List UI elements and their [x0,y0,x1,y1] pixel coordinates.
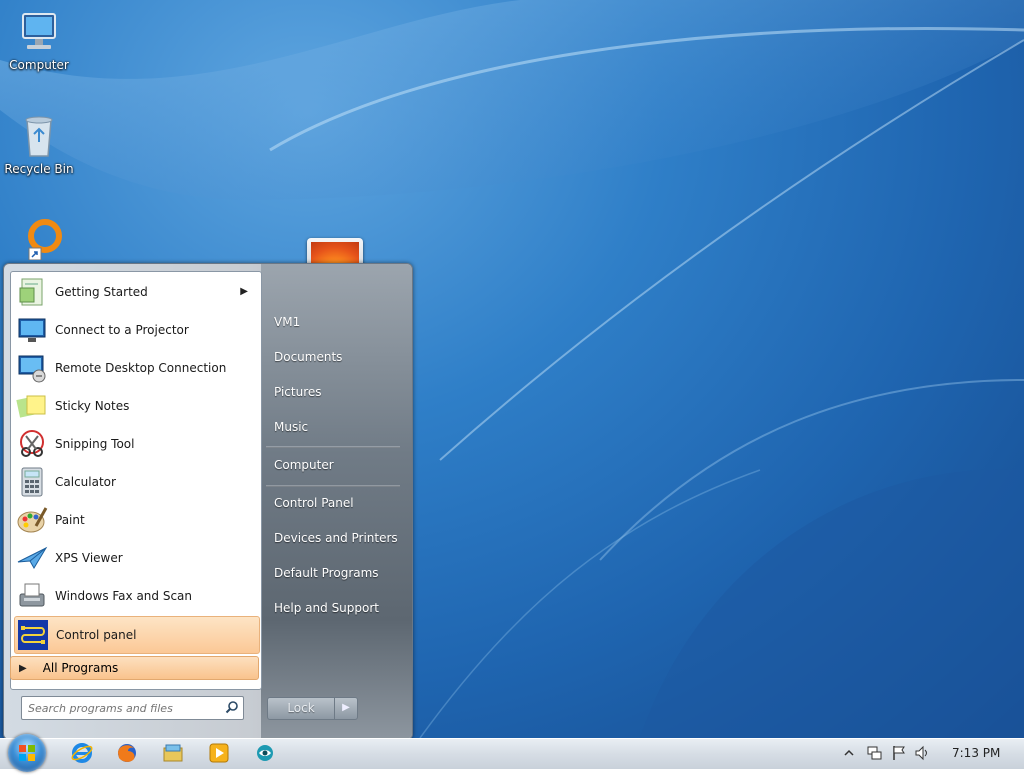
sticky-notes-icon [16,390,48,422]
network-app-icon [257,745,273,761]
triangle-right-icon: ▶ [19,662,27,674]
right-pane-separator [266,446,400,448]
media-player-icon [209,743,229,763]
program-label: Snipping Tool [55,437,135,451]
program-windows-fax-scan[interactable]: Windows Fax and Scan [14,578,258,614]
show-hidden-icons-button[interactable] [843,745,855,761]
firefox-icon [118,744,136,762]
program-label: Paint [55,513,85,527]
all-programs-button[interactable]: ▶ All Programs [10,656,259,680]
clock[interactable]: 7:13 PM [952,746,1000,760]
taskbar-internet-explorer[interactable] [70,741,94,765]
right-item-documents[interactable]: Documents [274,350,342,364]
program-label: Connect to a Projector [55,323,189,337]
program-label: Getting Started [55,285,148,299]
chevron-right-icon: ▶ [342,702,350,713]
desktop-icon-app-shortcut[interactable] [1,216,77,261]
network-tray-button[interactable] [866,745,882,761]
program-label: Sticky Notes [55,399,130,413]
program-label: Control panel [56,628,137,642]
program-label: Remote Desktop Connection [55,361,227,375]
getting-started-icon [16,276,48,308]
taskbar-media-player[interactable] [207,741,231,765]
file-explorer-icon [163,744,183,762]
search-icon[interactable] [225,700,239,714]
internet-explorer-icon [71,743,93,763]
recycle-bin-icon [15,112,63,160]
speaker-icon [915,745,927,761]
search-input[interactable] [26,699,220,717]
all-programs-label: All Programs [42,661,119,675]
control-panel-icon [17,619,49,651]
program-sticky-notes[interactable]: Sticky Notes [14,388,258,424]
shutdown-options-button[interactable]: ▶ [334,697,358,720]
paint-palette-icon [16,504,48,536]
taskbar-file-explorer[interactable] [161,741,185,765]
right-item-music[interactable]: Music [274,420,308,434]
projector-icon [16,314,48,346]
program-calculator[interactable]: Calculator [14,464,258,500]
program-label: XPS Viewer [55,551,123,565]
network-icon [867,746,882,760]
computer-icon [15,8,63,56]
right-item-computer[interactable]: Computer [274,458,334,472]
remote-desktop-icon [16,352,48,384]
right-item-control-panel[interactable]: Control Panel [274,496,354,510]
xps-viewer-icon [16,542,48,574]
desktop-icon-recycle-bin[interactable]: Recycle Bin [1,112,77,176]
program-snipping-tool[interactable]: Snipping Tool [14,426,258,462]
desktop-icon-label: Recycle Bin [4,162,74,176]
taskbar-network-app[interactable] [253,741,277,765]
desktop-icon-label: Computer [9,58,69,72]
search-box[interactable] [21,696,244,720]
program-label: Calculator [55,475,116,489]
right-item-user-folder[interactable]: VM1 [274,315,300,329]
start-button[interactable] [8,734,46,772]
program-label: Windows Fax and Scan [55,589,193,603]
program-xps-viewer[interactable]: XPS Viewer [14,540,258,576]
desktop-icon-computer[interactable]: Computer [1,8,77,72]
program-paint[interactable]: Paint [14,502,258,538]
right-item-pictures[interactable]: Pictures [274,385,322,399]
taskbar-firefox[interactable] [115,741,139,765]
scissors-icon [16,428,48,460]
program-remote-desktop[interactable]: Remote Desktop Connection [14,350,258,386]
windows-logo-icon [19,745,35,761]
right-item-default-programs[interactable]: Default Programs [274,566,379,580]
right-pane-separator [266,485,400,487]
right-item-devices-printers[interactable]: Devices and Printers [274,531,398,545]
action-center-button[interactable] [891,745,907,761]
flag-icon [893,746,905,760]
program-control-panel[interactable]: Control panel [14,616,260,654]
chevron-up-icon [844,749,854,756]
program-getting-started[interactable]: Getting Started ▶ [14,274,258,310]
lock-button[interactable]: Lock [267,697,335,720]
submenu-arrow-icon[interactable]: ▶ [240,286,248,297]
fax-icon [16,580,48,612]
orange-ring-app-icon [15,216,63,264]
program-list: Getting Started ▶ Connect to a Projector… [10,271,262,690]
volume-button[interactable] [914,745,930,761]
right-item-help-support[interactable]: Help and Support [274,601,379,615]
calculator-icon [16,466,48,498]
program-connect-to-projector[interactable]: Connect to a Projector [14,312,258,348]
